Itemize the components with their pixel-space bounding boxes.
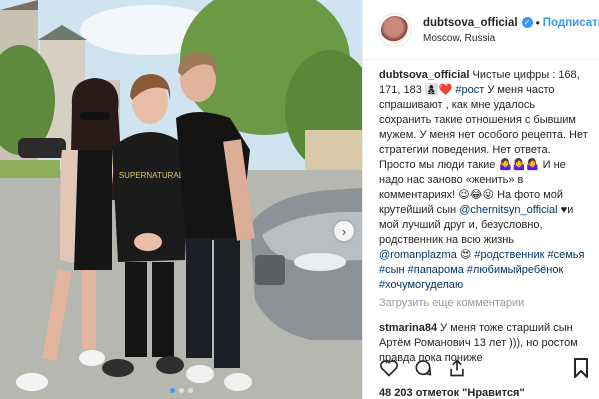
bookmark-icon: [574, 358, 588, 378]
carousel-dot: [187, 388, 193, 393]
chevron-right-icon: ›: [341, 223, 347, 239]
avatar[interactable]: [379, 13, 411, 46]
post-header: dubtsova_official ✓ • Подписаться Moscow…: [363, 0, 599, 60]
caption-emoji: 😍: [456, 249, 472, 261]
location-link[interactable]: Moscow, Russia: [423, 33, 599, 44]
caption-emoji: 🤷‍♀️🤷‍♀️🤷‍♀️: [498, 159, 540, 171]
caption-emoji: 😉😂😜: [458, 189, 495, 201]
separator-dot: •: [535, 15, 540, 30]
carousel-dot: [178, 388, 184, 393]
username-link[interactable]: dubtsova_official: [423, 17, 518, 29]
mention-link[interactable]: @chernitsyn_official: [459, 204, 557, 216]
carousel-dot: [169, 388, 175, 393]
action-bar: [379, 358, 467, 378]
verified-badge-icon: ✓: [521, 17, 533, 28]
caption-emoji: 👩‍👦‍👦❤️: [424, 84, 453, 96]
comment-username[interactable]: stmarina84: [379, 322, 437, 334]
caption-text: У меня часто спрашивают , как мне удалос…: [379, 84, 588, 171]
load-more-comments-button[interactable]: Загрузить еще комментарии: [379, 297, 590, 309]
likes-count[interactable]: 48 203 отметок "Нравится": [379, 387, 525, 399]
next-photo-button[interactable]: ›: [334, 221, 354, 241]
header-row: dubtsova_official ✓ • Подписаться: [423, 16, 599, 30]
caption-username[interactable]: dubtsova_official: [379, 69, 469, 81]
mention-link[interactable]: @romanplazma: [379, 249, 457, 261]
share-icon[interactable]: [447, 358, 467, 378]
post-side-panel: dubtsova_official ✓ • Подписаться Moscow…: [362, 0, 599, 399]
post-photo[interactable]: SUPERNATURAL ›: [0, 0, 362, 399]
follow-button[interactable]: Подписаться: [543, 17, 599, 29]
heart-icon[interactable]: [379, 358, 399, 378]
header-text: dubtsova_official ✓ • Подписаться Moscow…: [423, 16, 599, 44]
comment-icon[interactable]: [413, 358, 433, 378]
shirt-print: SUPERNATURAL: [119, 171, 184, 180]
post-caption: dubtsova_official Чистые цифры : 168, 17…: [379, 68, 590, 293]
photo-illustration: SUPERNATURAL: [0, 0, 362, 399]
hashtag-link[interactable]: #рост: [455, 84, 484, 96]
instagram-post: SUPERNATURAL › dubtsova_official ✓ • Под…: [0, 0, 599, 399]
carousel-indicator: [0, 388, 362, 393]
comments-section: dubtsova_official Чистые цифры : 168, 17…: [363, 68, 599, 366]
save-button[interactable]: [573, 358, 589, 381]
